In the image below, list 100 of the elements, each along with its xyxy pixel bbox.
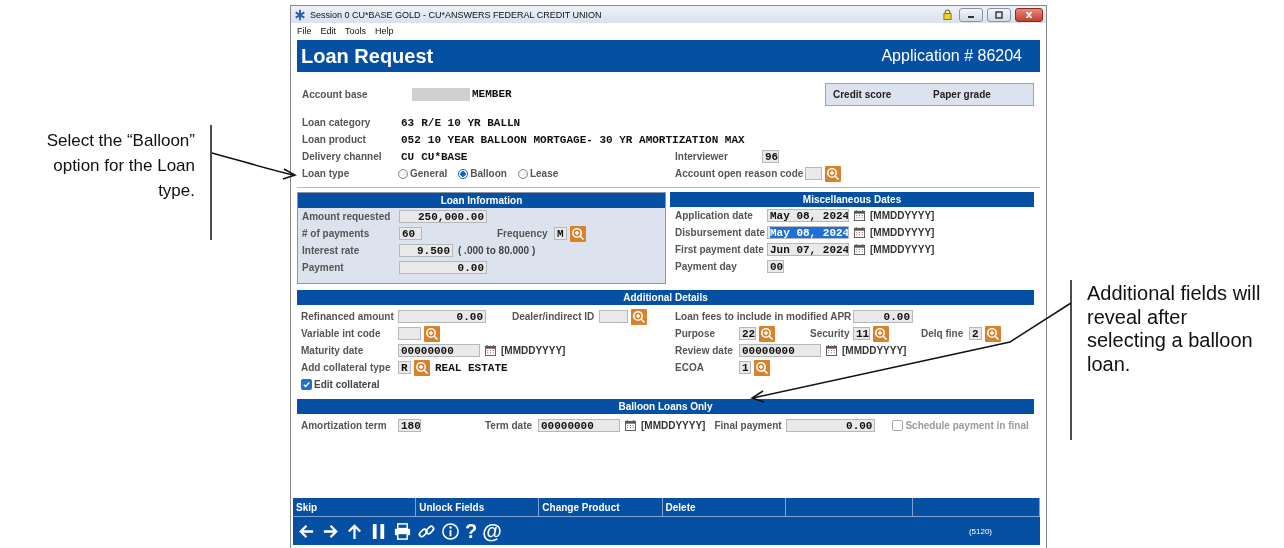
calendar-icon[interactable]: [485, 345, 496, 356]
input-field[interactable]: [805, 167, 822, 180]
menu-item[interactable]: File: [297, 25, 312, 36]
field-label: Interest rate: [302, 245, 361, 256]
input-field[interactable]: 11: [853, 327, 870, 340]
input-field[interactable]: 250,000.00: [399, 210, 487, 223]
input-field[interactable]: Jun 07, 2024: [767, 243, 849, 256]
calendar-icon[interactable]: [854, 227, 865, 238]
field-label: Review date: [675, 345, 734, 356]
search-icon[interactable]: [424, 325, 440, 342]
input-field[interactable]: 00: [767, 260, 784, 273]
printer-icon[interactable]: [393, 521, 412, 541]
date-format-hint: [MMDDYYYY]: [870, 210, 935, 221]
callout-text: Additional fields will reveal after selecting a balloon loan.: [1087, 282, 1262, 376]
search-icon[interactable]: [985, 325, 1001, 342]
credit-score-label: Credit score: [833, 88, 893, 100]
section-header: Balloon Loans Only: [297, 399, 1034, 414]
function-key-button[interactable]: Unlock Fields: [416, 498, 540, 516]
search-icon[interactable]: [825, 165, 841, 182]
input-field[interactable]: May 08, 2024: [767, 226, 849, 239]
field-label: Account base: [302, 88, 369, 100]
field-label: First payment date: [675, 244, 765, 255]
field-label: Account open reason code: [675, 168, 805, 179]
close-icon: [1024, 10, 1034, 19]
product-name: 10 YEAR BALLOON MORTGAGE- 30 YR AMORTIZATION MAX: [427, 133, 745, 146]
radio-button[interactable]: General: [398, 168, 448, 179]
input-field[interactable]: 0.00: [786, 419, 876, 432]
field-label: Loan product: [302, 134, 367, 145]
calendar-icon[interactable]: [826, 345, 837, 356]
product-code: 052: [401, 133, 421, 146]
calendar-icon[interactable]: [854, 244, 865, 255]
function-key-button[interactable]: Skip: [293, 498, 417, 516]
menu-item[interactable]: Edit: [320, 25, 337, 36]
field-label: ECOA: [675, 362, 705, 373]
radio-button[interactable]: Lease: [517, 168, 559, 179]
page-title: Loan Request: [301, 44, 434, 68]
function-key-button[interactable]: Change Product: [539, 498, 663, 516]
menu-item[interactable]: Help: [375, 25, 394, 36]
search-icon[interactable]: [631, 308, 647, 325]
input-field[interactable]: 60: [399, 227, 422, 240]
field-label: Security: [810, 328, 851, 339]
search-icon[interactable]: [873, 325, 889, 342]
calendar-icon[interactable]: [625, 420, 636, 431]
maximize-icon: [994, 10, 1004, 19]
field-label: Final payment: [714, 420, 783, 431]
section-header: Additional Details: [297, 290, 1034, 305]
field-label: # of payments: [302, 228, 371, 239]
field-label: Maturity date: [301, 345, 365, 356]
toolbar-button[interactable]: ?: [465, 521, 478, 541]
field-label: Variable int code: [301, 328, 382, 339]
date-format-hint: [MMDDYYYY]: [501, 345, 566, 356]
maximize-button[interactable]: [987, 7, 1011, 22]
up-arrow-icon[interactable]: [345, 521, 364, 541]
toolbar-button[interactable]: @: [482, 521, 502, 541]
input-field[interactable]: [412, 87, 470, 101]
field-label: Delivery channel: [302, 151, 383, 162]
input-field[interactable]: 96: [762, 150, 779, 163]
checkbox[interactable]: Edit collateral: [301, 379, 380, 390]
radio-button[interactable]: Balloon: [458, 168, 507, 179]
menu-item[interactable]: Tools: [345, 25, 367, 36]
application-number: Application # 86204: [881, 47, 1022, 65]
search-icon[interactable]: [759, 325, 775, 342]
input-field[interactable]: 9.500: [399, 244, 453, 257]
input-field[interactable]: 00000000: [739, 344, 821, 357]
date-format-hint: [MMDDYYYY]: [870, 244, 935, 255]
field-label: Payment day: [675, 261, 738, 272]
input-field[interactable]: 0.00: [853, 310, 913, 323]
input-field[interactable]: [398, 327, 421, 340]
search-icon[interactable]: [414, 359, 430, 376]
window-title: Session 0 CU*BASE GOLD - CU*ANSWERS FEDERAL CREDIT UNION: [310, 9, 602, 20]
input-field[interactable]: 180: [398, 419, 421, 432]
input-field[interactable]: 0.00: [399, 261, 487, 274]
channel-code: CU: [401, 150, 415, 163]
field-label: Application date: [675, 210, 754, 221]
field-label: Frequency: [497, 228, 549, 239]
input-field[interactable]: [599, 310, 628, 323]
search-icon[interactable]: [570, 225, 586, 242]
info-icon[interactable]: [441, 521, 460, 541]
input-field[interactable]: May 08, 2024: [767, 209, 849, 222]
field-label: Dealer/indirect ID: [512, 311, 596, 322]
input-field[interactable]: 2: [969, 327, 982, 340]
collateral-description: REAL ESTATE: [435, 361, 508, 374]
input-field[interactable]: 00000000: [538, 419, 620, 432]
close-button[interactable]: [1015, 7, 1043, 22]
input-field[interactable]: 22: [739, 327, 756, 340]
input-field[interactable]: 00000000: [398, 344, 480, 357]
search-icon[interactable]: [754, 359, 770, 376]
field-label: Loan type: [302, 168, 351, 179]
field-label: Amortization term: [301, 420, 388, 431]
field-label: Disbursement date: [675, 227, 767, 238]
input-field[interactable]: R: [398, 361, 411, 374]
paper-grade-label: Paper grade: [933, 88, 992, 100]
checkmark-icon: [302, 380, 311, 389]
channel-name: CU*BASE: [421, 150, 468, 163]
calendar-icon[interactable]: [854, 210, 865, 221]
input-field[interactable]: 1: [739, 361, 751, 374]
rate-range-hint: ( .000 to 80.000 ): [458, 245, 536, 256]
minimize-button[interactable]: [959, 7, 983, 22]
input-field[interactable]: M: [554, 227, 567, 240]
input-field[interactable]: 0.00: [398, 310, 486, 323]
